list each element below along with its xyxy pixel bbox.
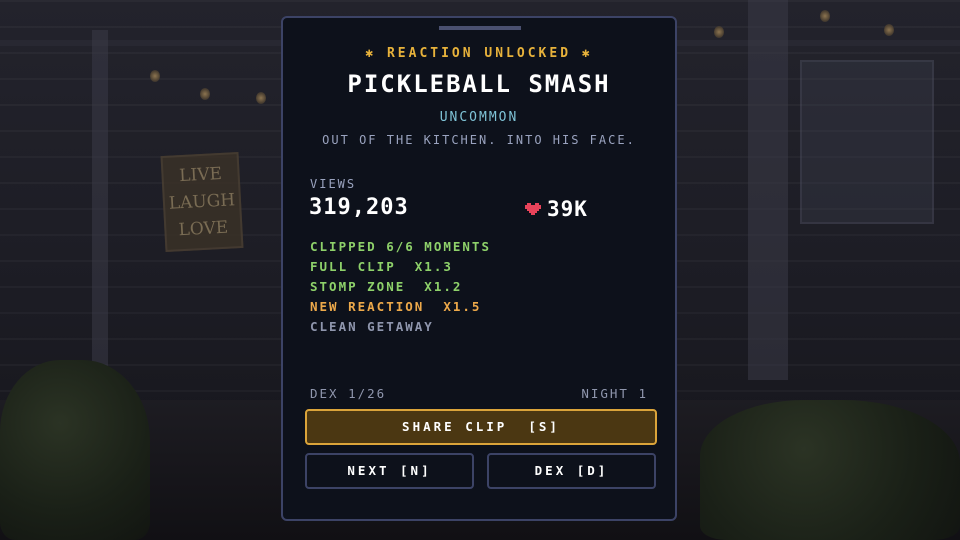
bush-right bbox=[700, 400, 960, 540]
string-light bbox=[820, 10, 830, 22]
bush-left bbox=[0, 360, 150, 540]
string-light bbox=[714, 26, 724, 38]
likes-count: 39K bbox=[547, 197, 588, 221]
views-label: VIEWS bbox=[310, 177, 357, 191]
bonus-list: CLIPPED 6/6 MOMENTS FULL CLIP X1.3 STOMP… bbox=[310, 237, 491, 337]
views-count: 319,203 bbox=[309, 195, 409, 220]
bonus-item: CLEAN GETAWAY bbox=[310, 319, 434, 334]
unlock-header: ✱ REACTION UNLOCKED ✱ bbox=[365, 46, 593, 61]
house-window bbox=[800, 60, 934, 224]
string-light bbox=[256, 92, 266, 104]
likes-counter: 39K bbox=[525, 197, 588, 221]
night-counter: NIGHT 1 bbox=[581, 386, 648, 401]
reaction-unlocked-card: ✱ REACTION UNLOCKED ✱ PICKLEBALL SMASH U… bbox=[281, 16, 677, 521]
dex-progress: DEX 1/26 bbox=[310, 386, 387, 401]
string-light bbox=[884, 24, 894, 36]
bonus-item: FULL CLIP X1.3 bbox=[310, 259, 453, 274]
reaction-tagline: OUT OF THE KITCHEN. INTO HIS FACE. bbox=[322, 133, 636, 147]
bonus-item: NEW REACTION X1.5 bbox=[310, 299, 482, 314]
dex-button[interactable]: DEX [D] bbox=[487, 453, 656, 489]
bonus-item: CLIPPED 6/6 MOMENTS bbox=[310, 239, 491, 254]
string-light bbox=[150, 70, 160, 82]
heart-icon bbox=[525, 203, 541, 215]
live-laugh-love-sign: LIVE LAUGH LOVE bbox=[160, 152, 244, 252]
game-scene: LIVE LAUGH LOVE ✱ REACTION UNLOCKED ✱ PI… bbox=[0, 0, 960, 540]
porch-post-right bbox=[748, 0, 788, 380]
sign-line: LAUGH bbox=[168, 190, 236, 214]
porch-post-left bbox=[92, 30, 108, 370]
bonus-item: STOMP ZONE X1.2 bbox=[310, 279, 463, 294]
string-light bbox=[200, 88, 210, 100]
rarity-label: UNCOMMON bbox=[439, 110, 519, 125]
sign-line: LOVE bbox=[178, 217, 229, 241]
reaction-title: PICKLEBALL SMASH bbox=[347, 70, 611, 98]
next-button[interactable]: NEXT [N] bbox=[305, 453, 474, 489]
share-clip-button[interactable]: SHARE CLIP [S] bbox=[305, 409, 657, 445]
sign-line: LIVE bbox=[178, 163, 223, 187]
panel-handle bbox=[439, 26, 521, 30]
